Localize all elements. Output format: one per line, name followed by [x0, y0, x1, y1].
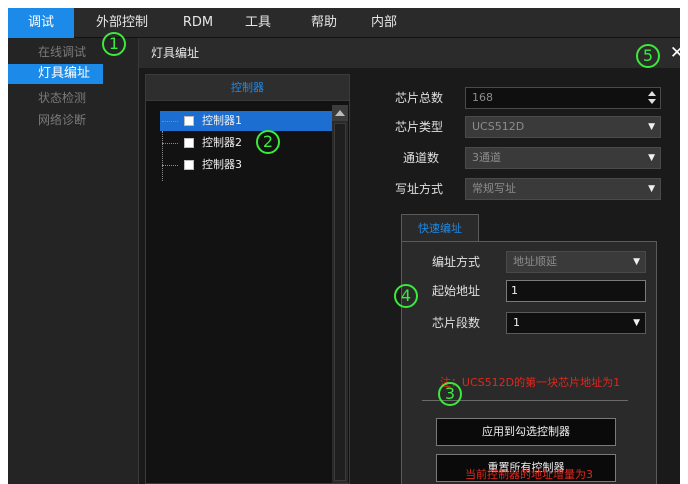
- start-address-label: 起始地址: [432, 284, 481, 298]
- dialog-title-bar: 灯具编址 ✕: [139, 38, 680, 68]
- nav-item-fixture-addressing[interactable]: 灯具编址: [8, 64, 103, 84]
- chevron-down-icon: ▼: [648, 184, 655, 194]
- addressing-dialog: 灯具编址 ✕ 控制器 控制器1 控制器2 控制器3 芯片总数 168 芯片类型 …: [138, 38, 680, 484]
- start-address-input[interactable]: 1: [506, 280, 646, 302]
- tree-item-label: 控制器3: [202, 158, 242, 171]
- write-mode-select[interactable]: 常规写址 ▼: [465, 178, 661, 200]
- tree-item-controller-3[interactable]: 控制器3: [160, 155, 332, 175]
- menu-debug[interactable]: 调试: [8, 8, 74, 38]
- dialog-title: 灯具编址: [151, 46, 200, 60]
- chip-type-label: 芯片类型: [395, 120, 444, 134]
- controller-1-checkbox[interactable]: [184, 116, 194, 126]
- tree-item-label: 控制器1: [202, 114, 242, 127]
- chevron-down-icon: ▼: [648, 122, 655, 132]
- address-mode-value: 地址顺延: [513, 255, 557, 268]
- left-nav: 在线调试 灯具编址 状态检测 网络诊断: [8, 38, 138, 484]
- menu-external-control[interactable]: 外部控制: [86, 8, 158, 38]
- channel-count-value: 3通道: [472, 151, 501, 164]
- callout-marker: 2: [256, 130, 280, 154]
- callout-marker: 4: [394, 284, 418, 308]
- apply-to-checked-button[interactable]: 应用到勾选控制器: [436, 418, 616, 446]
- spin-arrows-icon[interactable]: [648, 89, 656, 107]
- nav-item-status-check[interactable]: 状态检测: [8, 88, 138, 108]
- nav-item-network-diagnosis[interactable]: 网络诊断: [8, 110, 138, 130]
- close-button[interactable]: ✕: [667, 42, 680, 64]
- chip-segments-select[interactable]: 1 ▼: [506, 312, 646, 334]
- chip-type-select[interactable]: UCS512D ▼: [465, 116, 661, 138]
- scroll-thumb[interactable]: [334, 123, 346, 481]
- tab-quick-address[interactable]: 快速编址: [401, 214, 479, 242]
- address-increment-status: 当前控制器的地址增量为3: [465, 468, 593, 481]
- tree-item-label: 控制器2: [202, 136, 242, 149]
- app-window: 调试 外部控制 RDM 工具 帮助 内部 在线调试 灯具编址 状态检测 网络诊断…: [8, 8, 680, 484]
- controller-list-scrollbar[interactable]: [332, 105, 348, 483]
- controller-3-checkbox[interactable]: [184, 160, 194, 170]
- chip-segments-label: 芯片段数: [432, 316, 481, 330]
- menu-internal[interactable]: 内部: [364, 8, 404, 38]
- chevron-down-icon: ▼: [633, 257, 640, 267]
- tree-item-controller-1[interactable]: 控制器1: [160, 111, 332, 131]
- chip-total-label: 芯片总数: [395, 91, 444, 105]
- address-mode-select[interactable]: 地址顺延 ▼: [506, 251, 646, 273]
- tree-connector: [162, 143, 178, 144]
- spin-up-icon[interactable]: [648, 91, 656, 96]
- controller-panel: 控制器 控制器1 控制器2 控制器3: [145, 74, 350, 484]
- channel-count-select[interactable]: 3通道 ▼: [465, 147, 661, 169]
- tree-connector: [162, 121, 178, 122]
- menu-tools[interactable]: 工具: [238, 8, 278, 38]
- write-mode-label: 写址方式: [395, 182, 444, 196]
- quick-address-group: 编址方式 地址顺延 ▼ 起始地址 1 芯片段数 1 ▼ 注：UCS512D的第一…: [401, 241, 657, 484]
- chevron-down-icon: ▼: [633, 318, 640, 328]
- tree-connector: [162, 165, 178, 166]
- menu-help[interactable]: 帮助: [304, 8, 344, 38]
- tree-item-controller-2[interactable]: 控制器2: [160, 133, 332, 153]
- callout-marker: 3: [438, 382, 462, 406]
- menu-rdm[interactable]: RDM: [174, 8, 222, 38]
- chip-type-value: UCS512D: [472, 120, 525, 133]
- callout-marker: 1: [102, 32, 126, 56]
- chip-segments-value: 1: [513, 316, 520, 329]
- controller-2-checkbox[interactable]: [184, 138, 194, 148]
- address-mode-label: 编址方式: [432, 255, 481, 269]
- write-mode-value: 常规写址: [472, 182, 516, 195]
- chip-total-value: 168: [472, 91, 493, 104]
- channel-count-label: 通道数: [403, 151, 440, 165]
- spin-down-icon[interactable]: [648, 99, 656, 104]
- chevron-down-icon: ▼: [648, 153, 655, 163]
- chip-total-spinbox[interactable]: 168: [465, 87, 661, 109]
- scroll-up-arrow-icon[interactable]: [332, 105, 348, 121]
- callout-marker: 5: [636, 44, 660, 68]
- controller-header-button[interactable]: 控制器: [146, 75, 349, 101]
